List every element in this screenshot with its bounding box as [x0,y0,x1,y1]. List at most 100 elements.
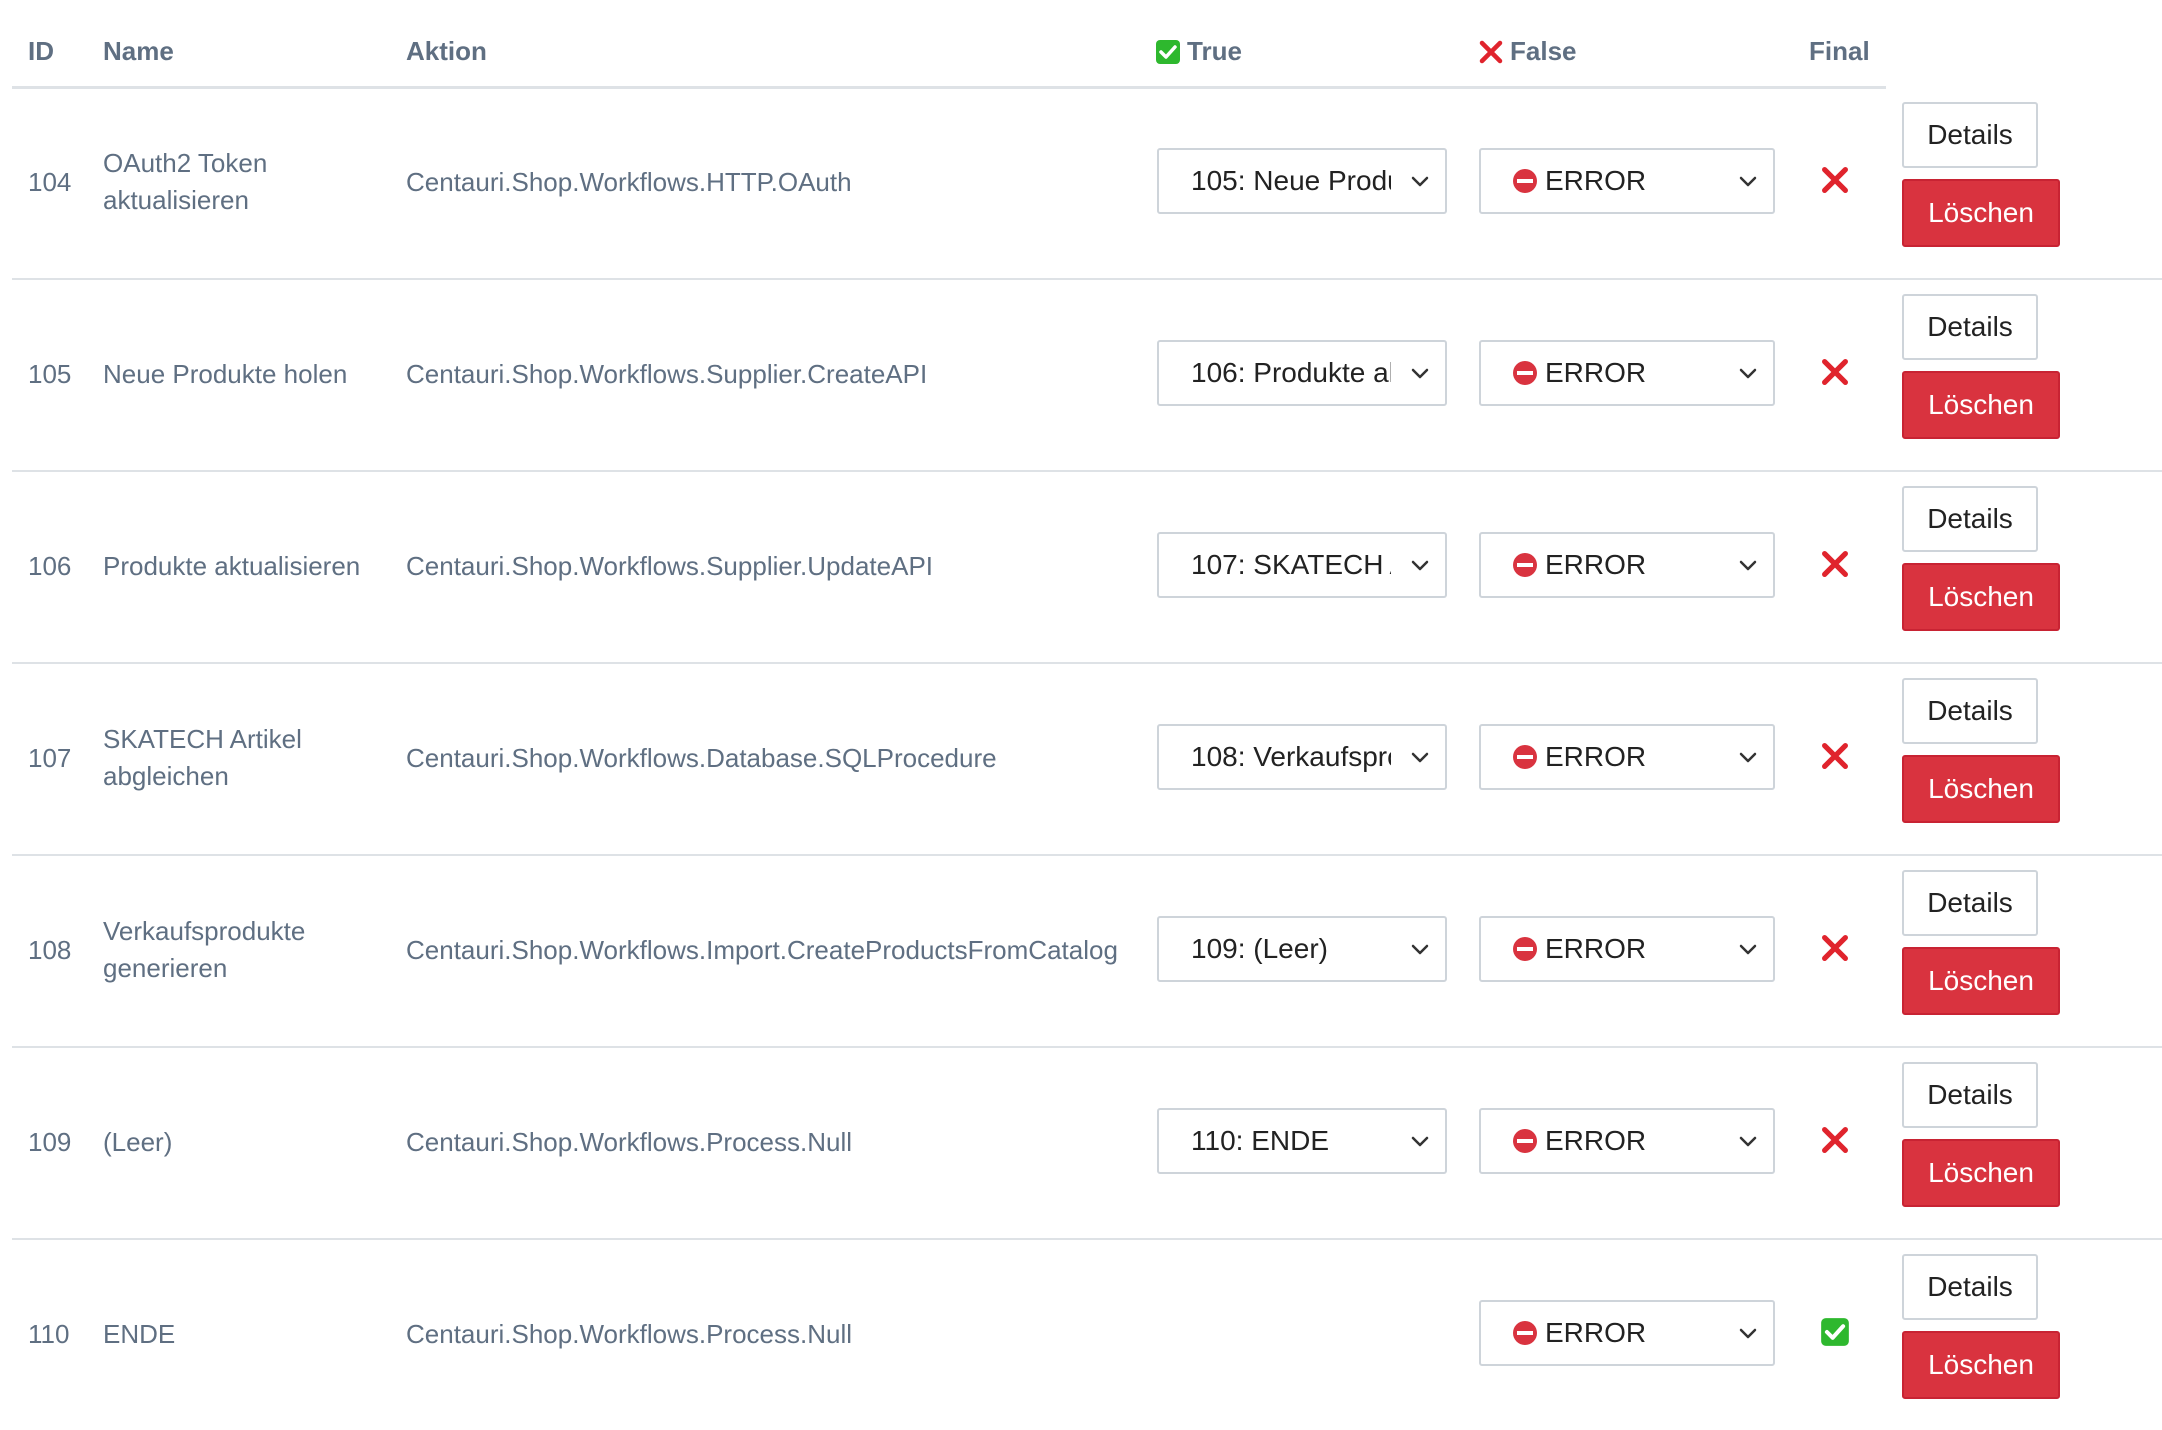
step-id: 106 [28,551,72,581]
chevron-down-icon [1733,550,1763,580]
false-next-step-select[interactable]: ERROR [1479,340,1775,406]
check-mark-icon [1820,1317,1850,1347]
table-row: 110 ENDE Centauri.Shop.Workflows.Process… [12,1240,2162,1430]
step-name: (Leer) [103,1127,173,1157]
step-name: SKATECH Artikel abgleichen [103,724,302,791]
chevron-down-icon [1733,358,1763,388]
false-next-step-select[interactable]: ERROR [1479,148,1775,214]
false-next-step-select[interactable]: ERROR [1479,532,1775,598]
check-mark-icon [1156,39,1180,64]
delete-button[interactable]: Löschen [1902,947,2060,1015]
step-action: Centauri.Shop.Workflows.HTTP.OAuth [406,167,852,197]
header-id: ID [28,36,54,66]
step-id: 110 [28,1319,70,1349]
false-next-step-select[interactable]: ERROR [1479,1108,1775,1174]
chevron-down-icon [1405,1126,1435,1156]
true-next-step-value: 110: ENDE [1191,1125,1329,1156]
step-name: Verkaufsprodukte generieren [103,916,306,983]
delete-button[interactable]: Löschen [1902,1139,2060,1207]
delete-button[interactable]: Löschen [1902,371,2060,439]
step-action: Centauri.Shop.Workflows.Supplier.UpdateA… [406,551,934,581]
cross-mark-icon [1820,741,1850,771]
false-next-step-value: ERROR [1545,549,1647,580]
chevron-down-icon [1405,550,1435,580]
details-button[interactable]: Details [1902,678,2038,744]
false-next-step-value: ERROR [1545,1317,1647,1348]
workflow-steps-table: ID Name Aktion True False Final 104 OAut… [12,0,2162,1430]
table-row: 108 Verkaufsprodukte generieren Centauri… [12,856,2162,1048]
cross-mark-icon [1820,933,1850,963]
header-false-label: False [1510,36,1577,66]
true-next-step-value: 105: Neue Produkte holen [1191,165,1391,196]
details-button[interactable]: Details [1902,486,2038,552]
no-entry-icon [1513,1129,1537,1153]
details-button[interactable]: Details [1902,102,2038,168]
true-next-step-select[interactable]: 110: ENDE [1157,1108,1447,1174]
step-name: OAuth2 Token aktualisieren [103,148,268,215]
header-true-label: True [1187,36,1242,66]
header-action: Aktion [406,36,487,66]
step-id: 107 [28,743,72,773]
chevron-down-icon [1733,742,1763,772]
step-action: Centauri.Shop.Workflows.Database.SQLProc… [406,743,997,773]
chevron-down-icon [1405,358,1435,388]
true-next-step-value: 106: Produkte aktualisieren [1191,357,1391,388]
chevron-down-icon [1405,166,1435,196]
step-name: ENDE [103,1319,176,1349]
chevron-down-icon [1733,166,1763,196]
delete-button[interactable]: Löschen [1902,563,2060,631]
false-next-step-select[interactable]: ERROR [1479,1300,1775,1366]
no-entry-icon [1513,937,1537,961]
details-button[interactable]: Details [1902,870,2038,936]
chevron-down-icon [1405,742,1435,772]
step-id: 108 [28,935,72,965]
table-row: 104 OAuth2 Token aktualisieren Centauri.… [12,88,2162,280]
false-next-step-select[interactable]: ERROR [1479,916,1775,982]
table-row: 106 Produkte aktualisieren Centauri.Shop… [12,472,2162,664]
table-header: ID Name Aktion True False Final [12,0,2162,89]
chevron-down-icon [1405,934,1435,964]
step-action: Centauri.Shop.Workflows.Supplier.CreateA… [406,359,928,389]
step-id: 109 [28,1127,72,1157]
header-final: Final [1809,36,1870,66]
details-button[interactable]: Details [1902,1254,2038,1320]
cross-mark-icon [1820,1125,1850,1155]
step-name: Neue Produkte holen [103,359,348,389]
true-next-step-value: 109: (Leer) [1191,933,1328,964]
no-entry-icon [1513,169,1537,193]
step-id: 104 [28,167,72,197]
table-body: 104 OAuth2 Token aktualisieren Centauri.… [12,88,2162,1430]
false-next-step-value: ERROR [1545,357,1647,388]
delete-button[interactable]: Löschen [1902,1331,2060,1399]
step-name: Produkte aktualisieren [103,551,361,581]
false-next-step-value: ERROR [1545,1125,1647,1156]
step-id: 105 [28,359,72,389]
no-entry-icon [1513,553,1537,577]
table-row: 107 SKATECH Artikel abgleichen Centauri.… [12,664,2162,856]
true-next-step-value: 107: SKATECH Artikel abgleichen [1191,549,1391,580]
true-next-step-select[interactable]: 109: (Leer) [1157,916,1447,982]
true-next-step-select[interactable]: 107: SKATECH Artikel abgleichen [1157,532,1447,598]
cross-mark-icon [1820,357,1850,387]
false-next-step-value: ERROR [1545,165,1647,196]
true-next-step-select[interactable]: 108: Verkaufsprodukte generieren [1157,724,1447,790]
chevron-down-icon [1733,934,1763,964]
details-button[interactable]: Details [1902,1062,2038,1128]
header-false: False [1478,36,1577,67]
step-action: Centauri.Shop.Workflows.Process.Null [406,1319,853,1349]
true-next-step-select[interactable]: 105: Neue Produkte holen [1157,148,1447,214]
chevron-down-icon [1733,1318,1763,1348]
cross-mark-icon [1479,40,1503,63]
delete-button[interactable]: Löschen [1902,755,2060,823]
table-row: 105 Neue Produkte holen Centauri.Shop.Wo… [12,280,2162,472]
details-button[interactable]: Details [1902,294,2038,360]
delete-button[interactable]: Löschen [1902,179,2060,247]
header-name: Name [103,36,174,66]
cross-mark-icon [1820,549,1850,579]
step-action: Centauri.Shop.Workflows.Process.Null [406,1127,853,1157]
false-next-step-value: ERROR [1545,741,1647,772]
true-next-step-select[interactable]: 106: Produkte aktualisieren [1157,340,1447,406]
cross-mark-icon [1820,165,1850,195]
false-next-step-select[interactable]: ERROR [1479,724,1775,790]
no-entry-icon [1513,361,1537,385]
